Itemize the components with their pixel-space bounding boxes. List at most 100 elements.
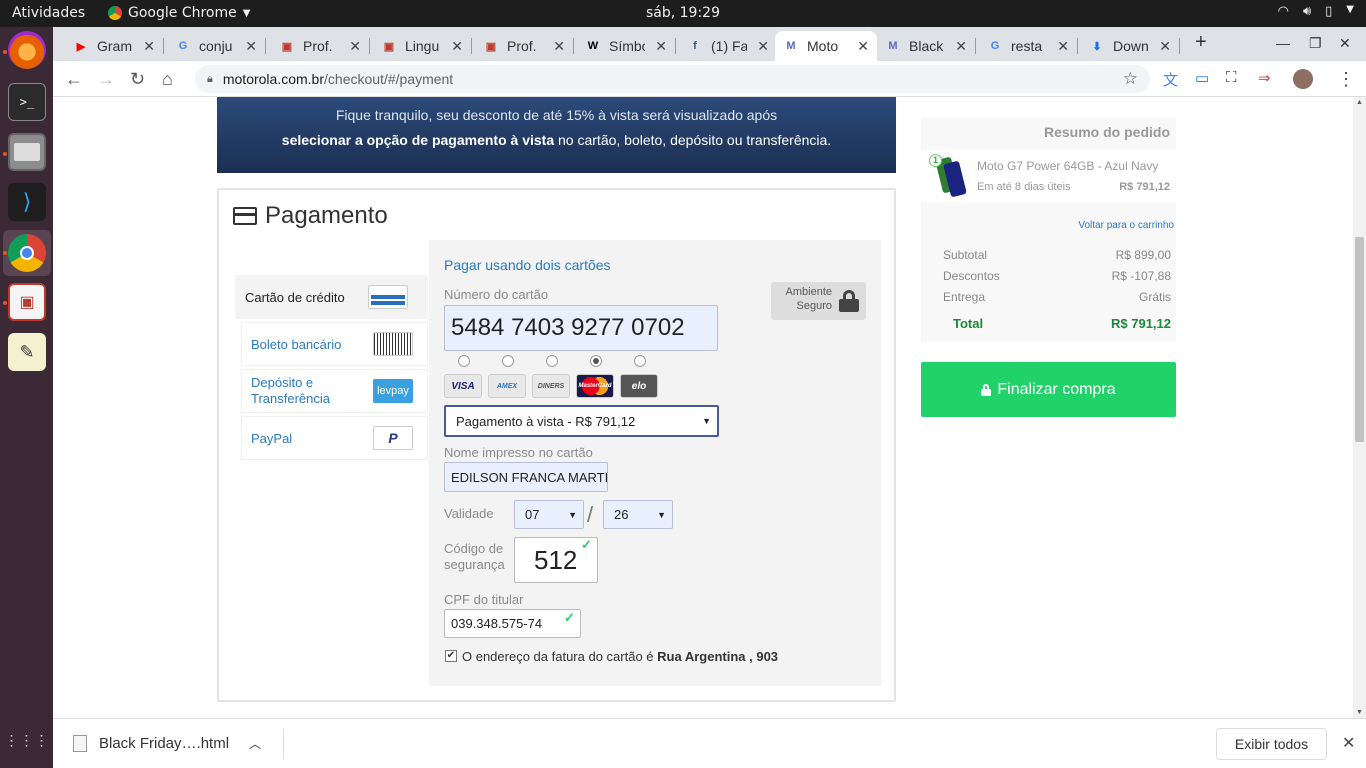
- minimize-button[interactable]: —: [1276, 35, 1290, 51]
- tab-6[interactable]: W Símbo ✕: [577, 31, 676, 61]
- brand-radio-visa[interactable]: [458, 355, 470, 367]
- row-label: Subtotal: [943, 248, 988, 262]
- close-tab-icon[interactable]: ✕: [349, 38, 361, 55]
- translate-icon[interactable]: 文: [1163, 69, 1178, 90]
- show-all-button[interactable]: Exibir todos: [1216, 728, 1327, 760]
- banner-line-2: selecionar a opção de pagamento à vista …: [217, 132, 896, 148]
- close-icon[interactable]: ✕: [1342, 733, 1355, 753]
- scroll-up-icon[interactable]: ▲: [1356, 99, 1363, 106]
- reload-icon[interactable]: ↻: [130, 69, 145, 90]
- installments-select[interactable]: Pagamento à vista - R$ 791,12 ▼: [444, 405, 719, 437]
- download-item[interactable]: Black Friday….html ︿: [73, 735, 261, 752]
- billing-address-prefix: O endereço da fatura do cartão é: [462, 649, 658, 664]
- brand-radio-diners[interactable]: [546, 355, 558, 367]
- row-label: Descontos: [943, 269, 1000, 283]
- tab-8[interactable]: M Moto ✕: [775, 31, 877, 61]
- bookmark-star-icon[interactable]: ☆: [1123, 69, 1138, 89]
- brand-radio-amex[interactable]: [502, 355, 514, 367]
- home-icon[interactable]: ⌂: [162, 69, 173, 90]
- extension-icon[interactable]: ⇒: [1258, 69, 1271, 87]
- files-icon[interactable]: [8, 133, 46, 171]
- tab-separator: [163, 38, 164, 54]
- tab-2[interactable]: Gconju ✕: [167, 31, 266, 61]
- tab-1[interactable]: ▶ Gram ✕: [65, 31, 164, 61]
- terminal-icon[interactable]: >_: [8, 83, 46, 121]
- brand-radio-mastercard[interactable]: [590, 355, 602, 367]
- cpf-input[interactable]: 039.348.575-74: [444, 609, 581, 638]
- two-cards-link[interactable]: Pagar usando dois cartões: [444, 257, 611, 273]
- back-icon[interactable]: ←: [65, 69, 83, 90]
- maximize-button[interactable]: ❐: [1309, 35, 1322, 52]
- chrome-icon[interactable]: [8, 234, 46, 272]
- chevron-up-icon[interactable]: ︿: [249, 735, 261, 752]
- firefox-icon[interactable]: [8, 31, 46, 69]
- tab-title: Gram: [97, 38, 132, 54]
- scroll-down-icon[interactable]: ▼: [1356, 709, 1363, 716]
- close-tab-icon[interactable]: ✕: [955, 38, 967, 55]
- card-number-label: Número do cartão: [444, 287, 549, 302]
- method-label: Boleto bancário: [251, 336, 342, 352]
- system-tray[interactable]: ◠ 🔊︎ ▯ ▼: [1278, 4, 1354, 19]
- row-value: R$ 899,00: [1115, 248, 1171, 262]
- clock[interactable]: sáb, 19:29: [0, 5, 1366, 21]
- menu-icon[interactable]: ⋮: [1337, 69, 1355, 90]
- year-select[interactable]: 26 ▼: [603, 500, 673, 529]
- forward-icon[interactable]: →: [97, 69, 115, 90]
- brand-logo-mastercard[interactable]: MasterCard: [576, 374, 614, 398]
- close-tab-icon[interactable]: ✕: [553, 38, 565, 55]
- tab-5[interactable]: ▣ Prof. ✕: [475, 31, 574, 61]
- tab-9[interactable]: M Black ✕: [877, 31, 976, 61]
- vscode-icon[interactable]: ⟩: [8, 183, 46, 221]
- tab-separator: [1077, 38, 1078, 54]
- card-number-input[interactable]: 5484 7403 9277 0702: [444, 305, 718, 351]
- close-tab-icon[interactable]: ✕: [857, 38, 869, 55]
- ubuntu-dock: >_ ⟩ ▣ ✎ ⋮⋮⋮: [0, 27, 53, 768]
- finish-purchase-label: Finalizar compra: [997, 380, 1116, 398]
- close-tab-icon[interactable]: ✕: [143, 38, 155, 55]
- check-icon: ✓: [564, 610, 575, 625]
- brand-logo-amex[interactable]: AMEX: [488, 374, 526, 398]
- tab-10[interactable]: Gresta ✕: [979, 31, 1078, 61]
- method-paypal[interactable]: PayPal P: [241, 416, 428, 460]
- brand-radio-elo[interactable]: [634, 355, 646, 367]
- avatar[interactable]: [1293, 69, 1313, 89]
- close-tab-icon[interactable]: ✕: [757, 38, 769, 55]
- tab-11[interactable]: ⬇ Down ✕: [1081, 31, 1180, 61]
- page-scrollbar[interactable]: ▲ ▼: [1353, 97, 1366, 718]
- back-to-cart-link[interactable]: Voltar para o carrinho: [1078, 220, 1174, 231]
- checkout-page: Fique tranquilo, seu desconto de até 15%…: [53, 97, 1353, 718]
- browser-toolbar: ← → ↻ ⌂ 🔒︎ motorola.com.br/checkout/#/pa…: [53, 61, 1366, 97]
- close-tab-icon[interactable]: ✕: [1159, 38, 1171, 55]
- tab-7[interactable]: f (1) Fa ✕: [679, 31, 777, 61]
- method-deposit-transfer[interactable]: Depósito e Transferência levpay: [241, 369, 428, 413]
- card-name-input[interactable]: EDILSON FRANCA MARTINS: [444, 462, 608, 492]
- cvv-label-line-1: Código de: [444, 541, 504, 556]
- close-tab-icon[interactable]: ✕: [451, 38, 463, 55]
- close-tab-icon[interactable]: ✕: [1057, 38, 1069, 55]
- new-tab-button[interactable]: +: [1195, 31, 1207, 54]
- close-window-button[interactable]: ✕: [1339, 35, 1351, 52]
- show-apps-icon[interactable]: ⋮⋮⋮: [5, 721, 49, 759]
- brand-logo-elo[interactable]: elo: [620, 374, 658, 398]
- address-bar[interactable]: 🔒︎ motorola.com.br/checkout/#/payment ☆: [195, 65, 1150, 93]
- secure-environment-badge: Ambiente Seguro: [771, 282, 866, 320]
- billing-address-checkbox[interactable]: ✔: [445, 650, 457, 662]
- close-tab-icon[interactable]: ✕: [655, 38, 667, 55]
- brand-logo-diners[interactable]: DINERS: [532, 374, 570, 398]
- method-credit-card[interactable]: Cartão de crédito: [235, 275, 428, 319]
- tab-title: resta: [1011, 38, 1043, 54]
- scrollbar-thumb[interactable]: [1355, 237, 1364, 442]
- finish-purchase-button[interactable]: Finalizar compra: [921, 362, 1176, 417]
- tab-3[interactable]: ▣ Prof. ✕: [271, 31, 370, 61]
- screenshot-icon[interactable]: ⛶: [1226, 69, 1237, 86]
- row-value: R$ -107,88: [1111, 269, 1171, 283]
- impress-icon[interactable]: ▣: [8, 283, 46, 321]
- close-tab-icon[interactable]: ✕: [245, 38, 257, 55]
- tab-title: Black: [909, 38, 944, 54]
- tab-4[interactable]: ▣ Lingu ✕: [373, 31, 472, 61]
- brand-logo-visa[interactable]: VISA: [444, 374, 482, 398]
- method-boleto[interactable]: Boleto bancário: [241, 322, 428, 366]
- month-select[interactable]: 07 ▼: [514, 500, 584, 529]
- cast-icon[interactable]: ▭: [1195, 69, 1209, 87]
- text-editor-icon[interactable]: ✎: [8, 333, 46, 371]
